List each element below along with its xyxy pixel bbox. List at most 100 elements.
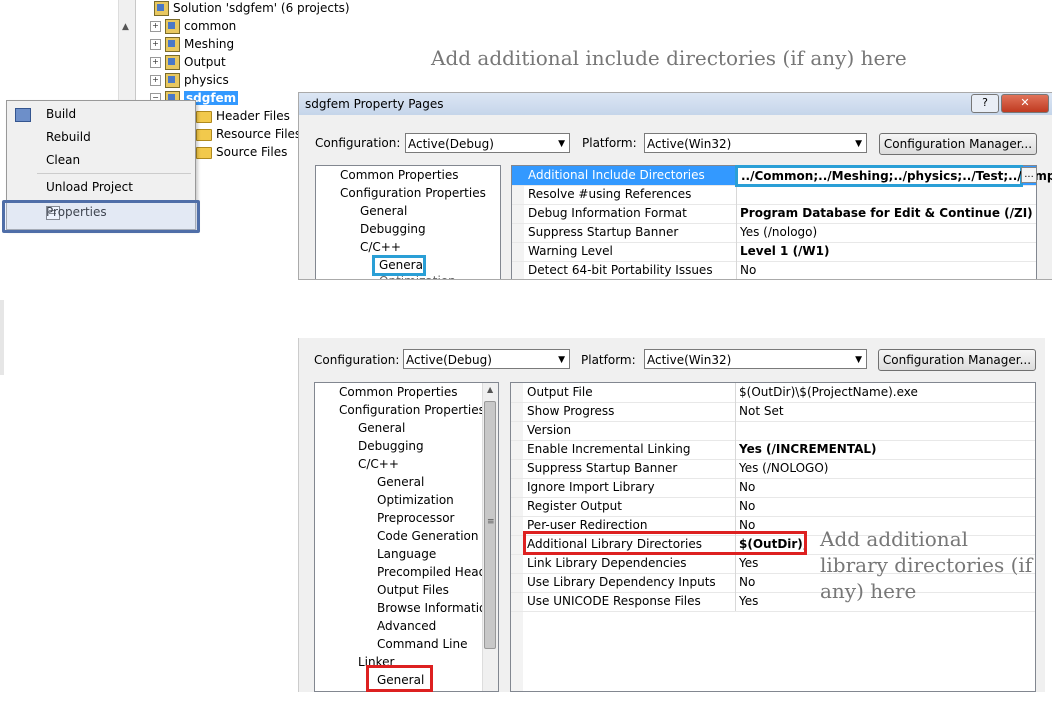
tree-node-general[interactable]: General — [358, 419, 405, 437]
menu-item-unload-project[interactable]: Unload Project — [7, 176, 195, 198]
expand-icon[interactable]: + — [150, 39, 161, 50]
menu-label: Unload Project — [46, 180, 133, 194]
grid-row-detect-64bit[interactable]: Detect 64-bit Portability Issues No — [512, 261, 1036, 279]
tree-node-command-line[interactable]: Command Line — [377, 635, 468, 653]
annotation-line: library directories (if — [820, 553, 1033, 577]
tree-project-meshing[interactable]: + Meshing — [150, 35, 234, 53]
menu-label: Clean — [46, 153, 81, 167]
tree-node-optimization[interactable]: Optimization — [377, 491, 454, 509]
property-name: Resolve #using References — [528, 187, 692, 201]
folder-icon — [196, 146, 212, 159]
tree-project-output[interactable]: + Output — [150, 53, 226, 71]
tree-node-output-files[interactable]: Output Files — [377, 581, 449, 599]
project-icon — [165, 19, 180, 34]
property-name: Link Library Dependencies — [527, 556, 687, 570]
dropdown-arrow-icon: ▼ — [855, 139, 862, 149]
grid-row-suppress-banner[interactable]: Suppress Startup Banner Yes (/nologo) — [512, 223, 1036, 243]
linker-property-pages: Configuration: Active(Debug) ▼ Platform: … — [298, 338, 1045, 692]
scroll-up-arrow-icon[interactable]: ▲ — [487, 385, 493, 394]
tree-node-browse-information[interactable]: Browse Information — [377, 599, 494, 617]
menu-separator — [37, 173, 191, 174]
grid-row-resolve-using[interactable]: Resolve #using References — [512, 185, 1036, 205]
property-value: Yes — [739, 556, 759, 570]
tree-node-preprocessor[interactable]: Preprocessor — [377, 509, 454, 527]
tree-folder-source-files[interactable]: Source Files — [196, 143, 287, 161]
close-button[interactable]: ✕ — [1001, 94, 1049, 113]
grid-row-register-output[interactable]: Register Output No — [511, 497, 1035, 517]
platform-select[interactable]: Active(Win32) ▼ — [644, 133, 867, 153]
tree-node-c-cpp[interactable]: C/C++ — [358, 455, 399, 473]
include-dirs-value[interactable]: ../Common;../Meshing;../physics;../Test;… — [741, 169, 1052, 183]
configuration-label: Configuration: — [315, 136, 401, 150]
property-value: $(OutDir)\$(ProjectName).exe — [739, 385, 918, 399]
tree-node-configuration-properties[interactable]: Configuration Properties — [340, 184, 486, 202]
property-pages-dialog: sdgfem Property Pages ? ✕ Configuration:… — [298, 92, 1052, 280]
tree-folder-header-files[interactable]: Header Files — [196, 107, 290, 125]
tree-scrollbar[interactable]: ▲ ≡ — [482, 383, 498, 691]
property-name: Use Library Dependency Inputs — [527, 575, 716, 589]
configuration-select[interactable]: Active(Debug) ▼ — [403, 349, 570, 369]
tree-node-c-cpp-general[interactable]: General — [377, 473, 424, 491]
tree-node-configuration-properties[interactable]: Configuration Properties — [339, 401, 485, 419]
tree-node-common-properties[interactable]: Common Properties — [339, 383, 458, 401]
menu-item-clean[interactable]: Clean — [7, 149, 195, 171]
folder-label: Source Files — [216, 145, 288, 159]
grid-column-divider[interactable] — [735, 383, 736, 611]
tree-node-code-generation[interactable]: Code Generation — [377, 527, 478, 545]
grid-row-output-file[interactable]: Output File $(OutDir)\$(ProjectName).exe — [511, 383, 1035, 403]
configuration-manager-button[interactable]: Configuration Manager... — [878, 349, 1036, 371]
tree-node-precompiled-headers[interactable]: Precompiled Heade — [377, 563, 494, 581]
grid-row-suppress-banner[interactable]: Suppress Startup Banner Yes (/NOLOGO) — [511, 459, 1035, 479]
expand-icon[interactable]: + — [150, 21, 161, 32]
project-label: common — [184, 19, 237, 33]
annotation-line: any) here — [820, 579, 917, 603]
linker-general-highlight-box — [366, 665, 433, 692]
tree-node-debugging[interactable]: Debugging — [358, 437, 424, 455]
help-button[interactable]: ? — [971, 94, 999, 113]
tree-folder-resource-files[interactable]: Resource Files — [196, 125, 301, 143]
configuration-manager-button[interactable]: Configuration Manager... — [879, 133, 1037, 155]
ellipsis-button[interactable]: ... — [1021, 167, 1037, 183]
platform-label: Platform: — [581, 353, 636, 367]
menu-item-rebuild[interactable]: Rebuild — [7, 126, 195, 148]
tree-node-general[interactable]: General — [360, 202, 407, 220]
tree-node-advanced[interactable]: Advanced — [377, 617, 436, 635]
property-value: Level 1 (/W1) — [740, 244, 830, 258]
properties-highlight-box — [2, 200, 200, 233]
property-value: No — [739, 575, 756, 589]
grid-row-show-progress[interactable]: Show Progress Not Set — [511, 402, 1035, 422]
grid-row-incremental-linking[interactable]: Enable Incremental Linking Yes (/INCREMEN… — [511, 440, 1035, 460]
property-name: Additional Include Directories — [528, 168, 705, 182]
property-value: Yes (/NOLOGO) — [739, 461, 829, 475]
tree-node-c-cpp[interactable]: C/C++ — [360, 238, 401, 256]
folder-icon — [196, 128, 212, 141]
configuration-select[interactable]: Active(Debug) ▼ — [405, 133, 570, 153]
tree-node-common-properties[interactable]: Common Properties — [340, 166, 459, 184]
solution-icon — [154, 1, 169, 16]
solution-root[interactable]: Solution 'sdgfem' (6 projects) — [154, 0, 350, 17]
general-highlight-box — [372, 255, 426, 276]
annotation-include-dirs: Add additional include directories (if a… — [431, 46, 907, 70]
expand-icon[interactable]: + — [150, 57, 161, 68]
grid-row-ignore-import-library[interactable]: Ignore Import Library No — [511, 478, 1035, 498]
include-dirs-value-box[interactable]: ../Common;../Meshing;../physics;../Test;… — [735, 165, 1052, 187]
annotation-line: Add additional — [820, 527, 969, 551]
solution-explorer-scrollbar[interactable]: ▲ — [118, 0, 135, 100]
grid-row-warning-level[interactable]: Warning Level Level 1 (/W1) — [512, 242, 1036, 262]
expand-icon[interactable]: + — [150, 75, 161, 86]
property-value: Program Database for Edit & Continue (/Z… — [740, 206, 1033, 220]
property-value: No — [739, 480, 756, 494]
grid-row-version[interactable]: Version — [511, 421, 1035, 441]
property-name: Enable Incremental Linking — [527, 442, 691, 456]
tree-project-common[interactable]: + common — [150, 17, 236, 35]
property-name: Suppress Startup Banner — [527, 461, 678, 475]
platform-select[interactable]: Active(Win32) ▼ — [644, 349, 867, 369]
property-name: Register Output — [527, 499, 622, 513]
platform-label: Platform: — [582, 136, 637, 150]
menu-item-build[interactable]: Build — [7, 103, 195, 125]
tree-node-debugging[interactable]: Debugging — [360, 220, 426, 238]
tree-project-physics[interactable]: + physics — [150, 71, 229, 89]
tree-node-language[interactable]: Language — [377, 545, 436, 563]
scroll-up-arrow-icon[interactable]: ▲ — [122, 22, 129, 32]
grid-row-debug-info-format[interactable]: Debug Information Format Program Database… — [512, 204, 1036, 224]
